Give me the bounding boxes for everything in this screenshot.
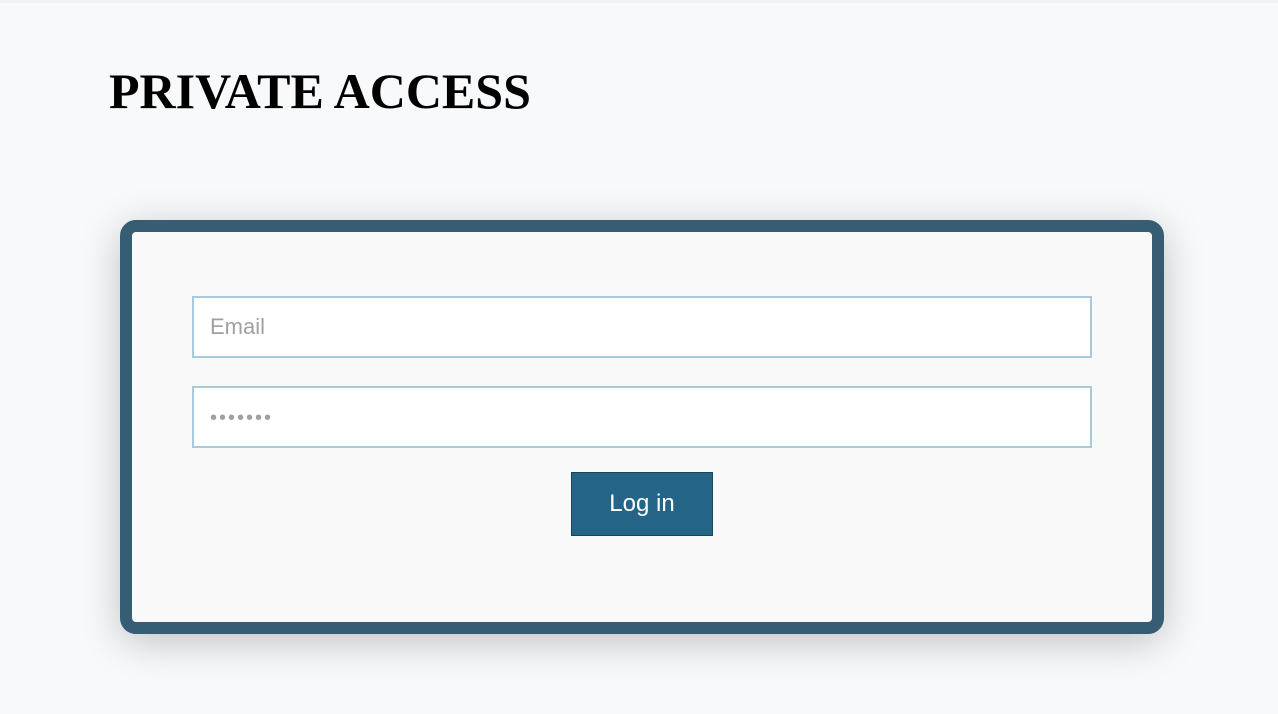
email-field[interactable]	[192, 296, 1092, 358]
login-button[interactable]: Log in	[571, 472, 713, 536]
top-divider	[0, 0, 1278, 3]
password-field[interactable]	[192, 386, 1092, 448]
page-title: PRIVATE ACCESS	[109, 63, 531, 119]
login-card: Log in	[120, 220, 1164, 634]
